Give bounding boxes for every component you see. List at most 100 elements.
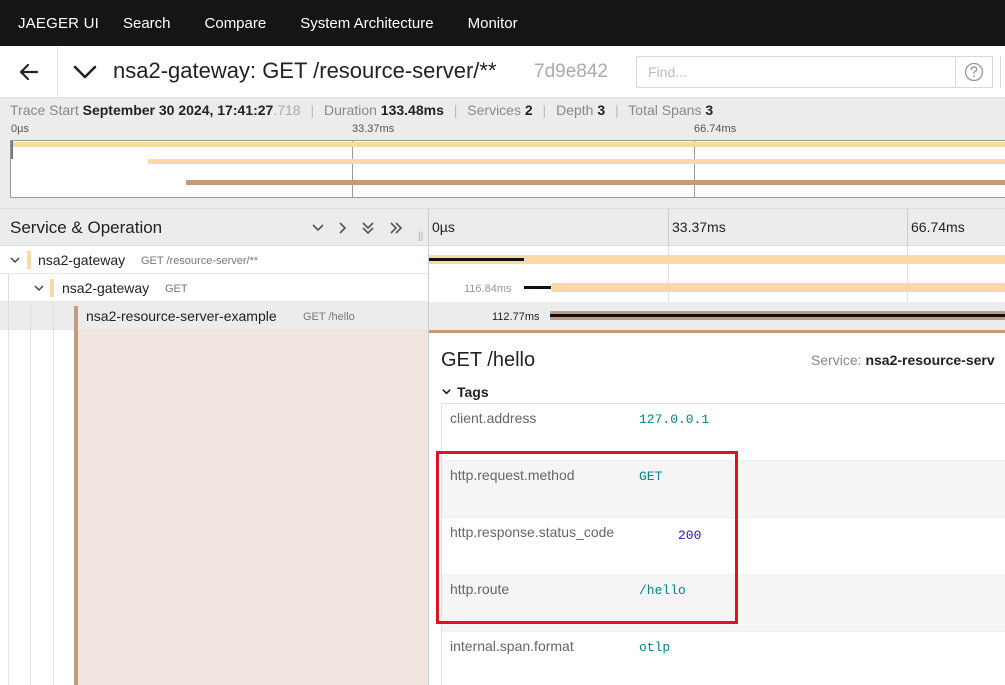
tag-value: /hello: [639, 583, 686, 598]
chevron-right-icon[interactable]: [335, 220, 351, 236]
timeline-tick: 66.74ms: [911, 219, 965, 235]
tags-label: Tags: [457, 384, 489, 400]
timeline-tick: 0µs: [432, 219, 455, 235]
timeline-tick: 33.37ms: [672, 219, 726, 235]
span-self-time: [524, 286, 551, 289]
tree-guide: [8, 274, 9, 302]
double-chevron-right-icon[interactable]: [388, 220, 404, 236]
arrow-left-icon[interactable]: [18, 61, 40, 83]
tag-value: 127.0.0.1: [639, 412, 710, 427]
tag-row: http.response.status_code 200: [442, 518, 1005, 575]
tag-value: GET: [639, 469, 663, 484]
chevron-down-icon[interactable]: [9, 254, 21, 266]
minimap-span-bar: [186, 180, 1005, 185]
span-duration-label: 112.77ms: [492, 311, 540, 323]
span-row[interactable]: nsa2-gateway GET /resource-server/**: [0, 246, 428, 274]
minimap-scrubber[interactable]: [11, 141, 13, 159]
span-self-time: [429, 258, 524, 261]
tree-guide: [8, 302, 9, 330]
question-circle-icon: [964, 62, 984, 82]
chevron-down-icon: [442, 389, 451, 395]
tag-key: client.address: [450, 410, 537, 426]
overview-tick: 66.74ms: [694, 123, 737, 135]
span-row[interactable]: nsa2-gateway GET: [0, 274, 428, 302]
tag-row: http.request.method GET: [442, 461, 1005, 518]
brand-logo[interactable]: JAEGER UI: [18, 15, 99, 32]
span-row-selected[interactable]: nsa2-resource-server-example GET /hello: [0, 302, 428, 330]
duration-label: Duration: [323, 102, 377, 118]
span-detail: GET /hello Service: nsa2-resource-serv T…: [429, 330, 1005, 685]
span-operation-name: GET: [165, 283, 188, 295]
duration-value: 133.48ms: [380, 102, 444, 118]
tree-guide: [8, 330, 9, 685]
find-input[interactable]: [636, 56, 956, 88]
span-operation-name: GET /hello: [303, 311, 355, 323]
tag-key: http.response.status_code: [450, 524, 615, 540]
span-self-time: [550, 314, 1005, 317]
meta-divider: |: [615, 102, 619, 118]
nav-monitor[interactable]: Monitor: [468, 15, 518, 32]
meta-divider: |: [310, 102, 315, 118]
trace-meta: Trace Start September 30 2024, 17:41:27.…: [10, 102, 713, 118]
span-detail-service: Service: nsa2-resource-serv: [811, 352, 995, 368]
chevron-down-icon[interactable]: [33, 282, 45, 294]
chevron-down-icon[interactable]: [310, 220, 326, 236]
help-button[interactable]: [955, 56, 993, 88]
detail-left-panel: [78, 330, 428, 685]
tag-key: http.route: [450, 581, 510, 597]
span-service-name: nsa2-gateway: [62, 280, 150, 296]
service-label: Service:: [811, 352, 862, 368]
nav-system-architecture[interactable]: System Architecture: [300, 15, 433, 32]
trace-header: nsa2-gateway: GET /resource-server/** 7d…: [0, 46, 1005, 98]
services-value: 2: [524, 102, 533, 118]
tag-value: otlp: [639, 640, 671, 655]
depth-label: Depth: [556, 102, 594, 118]
column-resize-grip[interactable]: ||: [418, 231, 423, 242]
overview-tick: 33.37ms: [352, 123, 395, 135]
tags-table: client.address 127.0.0.1 http.request.me…: [441, 403, 1005, 685]
tree-guide: [30, 302, 31, 330]
meta-divider: |: [453, 102, 458, 118]
trace-minimap[interactable]: [10, 140, 1005, 198]
minimap-gridline: [352, 141, 353, 197]
nav-search[interactable]: Search: [123, 15, 171, 32]
chevron-down-icon[interactable]: [72, 61, 98, 83]
overview-tick: 0µs: [11, 123, 29, 135]
span-bar[interactable]: [552, 283, 1005, 292]
tag-key: http.request.method: [450, 467, 575, 483]
tree-guide: [30, 330, 31, 685]
tag-value: 200: [678, 528, 702, 543]
timeline-gridline: [668, 209, 669, 247]
minimap-span-bar: [148, 159, 1005, 164]
tag-key: internal.span.format: [450, 638, 574, 654]
column-divider[interactable]: [428, 209, 429, 247]
header-divider: [57, 46, 58, 98]
trace-start-value: September 30 2024, 17:41:27: [82, 102, 274, 118]
tags-toggle[interactable]: Tags: [441, 384, 489, 400]
tree-guide: [53, 330, 54, 685]
nav-compare[interactable]: Compare: [205, 15, 267, 32]
span-timeline: 116.84ms 112.77ms: [429, 246, 1005, 330]
tag-row: internal.span.format otlp: [442, 632, 1005, 685]
service-operation-title: Service & Operation: [10, 218, 163, 237]
total-spans-value: 3: [705, 102, 714, 118]
double-chevron-down-icon[interactable]: [360, 220, 376, 236]
trace-title: nsa2-gateway: GET /resource-server/**: [113, 58, 497, 83]
trace-id: 7d9e842: [534, 61, 608, 82]
span-tree-header: Service & Operation || 0µs 33.37ms 66.74…: [0, 208, 1005, 247]
span-service-name: nsa2-gateway: [38, 252, 126, 268]
depth-value: 3: [597, 102, 606, 118]
span-duration-label: 116.84ms: [464, 283, 512, 295]
tag-row: http.route /hello: [442, 575, 1005, 632]
total-spans-label: Total Spans: [628, 102, 702, 118]
service-value: nsa2-resource-serv: [865, 352, 995, 368]
services-label: Services: [467, 102, 521, 118]
service-color-bar: [74, 306, 78, 685]
trace-start-label: Trace Start: [10, 102, 79, 118]
service-color-bar: [27, 251, 31, 269]
span-service-name: nsa2-resource-server-example: [86, 308, 277, 324]
trace-start-ms: .718: [273, 102, 301, 118]
meta-divider: |: [542, 102, 547, 118]
span-detail-title: GET /hello: [441, 349, 536, 371]
top-nav: JAEGER UI Search Compare System Architec…: [0, 0, 1005, 46]
